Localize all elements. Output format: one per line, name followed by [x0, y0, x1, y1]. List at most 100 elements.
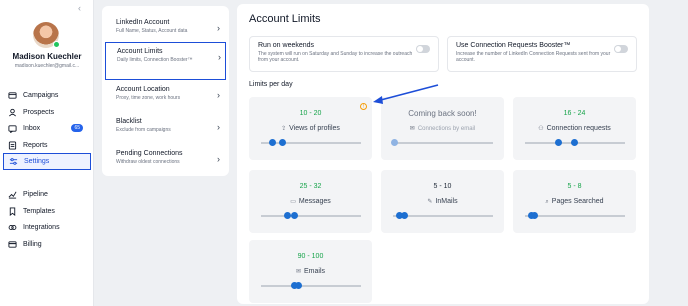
sidebar-item-campaigns[interactable]: Campaigns — [8, 89, 90, 102]
slider-max-handle[interactable] — [291, 212, 298, 219]
run-on-weekends-card: Run on weekends The system will run on S… — [249, 36, 439, 72]
limit-label: ✉ Connections by email — [409, 126, 476, 132]
limit-range: 90 - 100 — [297, 253, 324, 260]
connection-booster-card: Use Connection Requests Booster™ Increas… — [447, 36, 637, 72]
submenu-item-title: Pending Connections — [116, 150, 183, 157]
chevron-right-icon: › — [217, 23, 220, 33]
limit-range: 10 - 20 — [299, 110, 322, 117]
limit-slider[interactable] — [393, 212, 493, 219]
submenu-item-subtitle: Daily limits, Connection Booster™ — [117, 57, 193, 63]
page-title: Account Limits — [249, 13, 321, 25]
inbox-count-badge: 65 — [71, 124, 83, 132]
sidebar-item-label: Prospects — [23, 109, 55, 116]
limit-label: ⇪ Views of profiles — [281, 125, 340, 132]
submenu-account-location[interactable]: Account Location Proxy, time zone, work … — [106, 81, 224, 113]
limit-card-inmails: 5 - 10 ✎ InMails — [381, 170, 504, 233]
limit-range: 5 - 10 — [433, 183, 452, 190]
integrations-icon — [8, 223, 17, 232]
toggle-description: Increase the number of LinkedIn Connecti… — [456, 51, 611, 63]
settings-submenu: LinkedIn Account Full Name, Status, Acco… — [102, 6, 229, 176]
toggle-description: The system will run on Saturday and Sund… — [258, 51, 413, 63]
sidebar-item-integrations[interactable]: Integrations — [8, 221, 90, 234]
sidebar-item-label: Templates — [23, 208, 55, 215]
limit-slider[interactable] — [261, 212, 361, 219]
slider-max-handle[interactable] — [279, 139, 286, 146]
submenu-account-limits[interactable]: Account Limits Daily limits, Connection … — [105, 42, 226, 80]
limit-label: ▭ Messages — [290, 198, 331, 205]
slider-max-handle[interactable] — [531, 212, 538, 219]
submenu-item-subtitle: Withdraw oldest connections — [116, 159, 180, 165]
slider-min-handle[interactable] — [269, 139, 276, 146]
reports-icon — [8, 141, 17, 150]
settings-icon — [9, 157, 18, 166]
sidebar-item-prospects[interactable]: Prospects — [8, 106, 90, 119]
sidebar-item-label: Billing — [23, 241, 42, 248]
pipeline-icon — [8, 190, 17, 199]
online-status-dot — [53, 41, 60, 48]
limit-slider[interactable] — [261, 282, 361, 289]
sidebar-item-inbox[interactable]: Inbox 65 — [8, 122, 90, 135]
sidebar: ‹ Madison Kuechler madison.kuechler@gmai… — [0, 0, 94, 306]
limit-slider[interactable] — [525, 212, 625, 219]
sidebar-item-label: Reports — [23, 142, 48, 149]
slider-min-handle[interactable] — [284, 212, 291, 219]
emails-icon: ✉ — [295, 269, 301, 275]
limit-card-messages: 25 - 32 ▭ Messages — [249, 170, 372, 233]
limit-range: 25 - 32 — [299, 183, 322, 190]
collapse-sidebar-icon[interactable]: ‹ — [78, 3, 81, 13]
inbox-icon — [8, 124, 17, 133]
limit-card-connections-by-email: Coming back soon! ✉ Connections by email — [381, 97, 504, 160]
limit-label: ✉ Emails — [295, 268, 326, 275]
sidebar-item-reports[interactable]: Reports — [8, 139, 90, 152]
limit-card-connection-requests: 16 - 24 ⚇ Connection requests — [513, 97, 636, 160]
toggle-title: Use Connection Requests Booster™ — [456, 42, 571, 49]
limit-slider[interactable] — [525, 139, 625, 146]
views-icon: ⇪ — [281, 126, 287, 132]
limit-range: 5 - 8 — [567, 183, 582, 190]
slider-min-handle — [391, 139, 398, 146]
submenu-item-title: Account Limits — [117, 48, 163, 55]
sidebar-item-billing[interactable]: Billing — [8, 238, 90, 251]
submenu-item-subtitle: Exclude from campaigns — [116, 127, 171, 133]
email-connections-icon: ✉ — [409, 126, 415, 132]
sidebar-item-settings[interactable]: Settings — [3, 153, 91, 170]
submenu-item-subtitle: Full Name, Status, Account data — [116, 28, 188, 34]
toggle-title: Run on weekends — [258, 42, 315, 49]
slider-max-handle[interactable] — [401, 212, 408, 219]
sidebar-item-label: Pipeline — [23, 191, 48, 198]
campaigns-icon — [8, 91, 17, 100]
coming-soon-text: Coming back soon! — [408, 109, 477, 118]
sidebar-item-label: Integrations — [23, 224, 60, 231]
sidebar-item-label: Settings — [24, 158, 50, 165]
limit-card-pages-searched: 5 - 8 ⌕ Pages Searched — [513, 170, 636, 233]
submenu-item-title: Blacklist — [116, 118, 142, 125]
submenu-item-title: LinkedIn Account — [116, 19, 170, 26]
limit-card-emails: 90 - 100 ✉ Emails — [249, 240, 372, 303]
sidebar-item-pipeline[interactable]: Pipeline — [8, 188, 90, 201]
connection-requests-icon: ⚇ — [538, 126, 544, 132]
pages-searched-icon: ⌕ — [545, 199, 549, 205]
slider-max-handle[interactable] — [571, 139, 578, 146]
warning-icon[interactable]: ! — [360, 103, 367, 110]
submenu-blacklist[interactable]: Blacklist Exclude from campaigns › — [106, 113, 224, 145]
inmails-icon: ✎ — [427, 199, 433, 205]
chevron-right-icon: › — [217, 90, 220, 100]
sidebar-item-templates[interactable]: Templates — [8, 205, 90, 218]
limit-card-views-of-profiles: 10 - 20 ⇪ Views of profiles ! — [249, 97, 372, 160]
slider-min-handle[interactable] — [555, 139, 562, 146]
limit-label: ⚇ Connection requests — [538, 125, 611, 132]
limit-slider[interactable] — [261, 139, 361, 146]
limits-section-title: Limits per day — [249, 81, 293, 88]
connection-booster-toggle[interactable] — [614, 45, 628, 53]
slider-max-handle[interactable] — [295, 282, 302, 289]
chevron-right-icon: › — [217, 122, 220, 132]
user-name: Madison Kuechler — [12, 52, 82, 61]
limit-slider — [391, 139, 493, 146]
messages-icon: ▭ — [290, 199, 296, 205]
chevron-right-icon: › — [218, 52, 221, 62]
limit-label: ✎ InMails — [427, 198, 458, 205]
limit-range: 16 - 24 — [563, 110, 586, 117]
submenu-item-title: Account Location — [116, 86, 170, 93]
submenu-pending-connections[interactable]: Pending Connections Withdraw oldest conn… — [106, 145, 224, 177]
run-on-weekends-toggle[interactable] — [416, 45, 430, 53]
